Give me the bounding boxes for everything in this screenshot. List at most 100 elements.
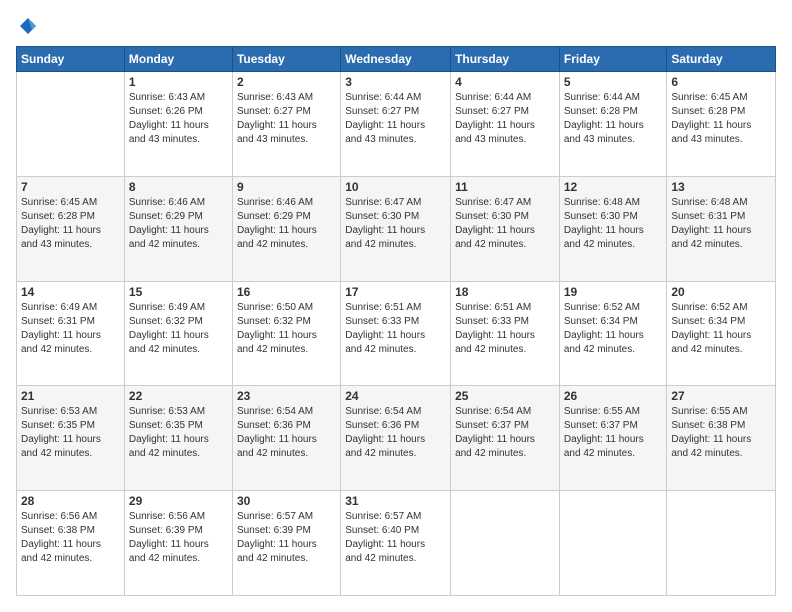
calendar-cell: 24 Sunrise: 6:54 AM Sunset: 6:36 PM Dayli…	[341, 386, 451, 491]
day-number: 9	[237, 180, 336, 194]
calendar-cell: 20 Sunrise: 6:52 AM Sunset: 6:34 PM Dayli…	[667, 281, 776, 386]
calendar-cell: 19 Sunrise: 6:52 AM Sunset: 6:34 PM Dayli…	[559, 281, 667, 386]
calendar-cell: 12Sunrise: 6:48 AM Sunset: 6:30 PM Dayli…	[559, 176, 667, 281]
day-number: 18	[455, 285, 555, 299]
day-number: 10	[345, 180, 446, 194]
day-number: 30	[237, 494, 336, 508]
day-number: 1	[129, 75, 228, 89]
calendar-cell: 13 Sunrise: 6:48 AM Sunset: 6:31 PM Dayli…	[667, 176, 776, 281]
day-number: 7	[21, 180, 120, 194]
calendar-cell: 23 Sunrise: 6:54 AM Sunset: 6:36 PM Dayli…	[232, 386, 340, 491]
logo	[16, 16, 38, 36]
day-info: Sunrise: 6:57 AM Sunset: 6:40 PM Dayligh…	[345, 510, 446, 566]
day-info: Sunrise: 6:53 AM Sunset: 6:35 PM Dayligh…	[129, 405, 228, 461]
day-number: 4	[455, 75, 555, 89]
calendar-cell	[667, 491, 776, 596]
day-number: 20	[671, 285, 771, 299]
day-info: Sunrise: 6:46 AM Sunset: 6:29 PM Dayligh…	[129, 196, 228, 252]
day-info: Sunrise: 6:56 AM Sunset: 6:39 PM Dayligh…	[129, 510, 228, 566]
day-info: Sunrise: 6:54 AM Sunset: 6:37 PM Dayligh…	[455, 405, 555, 461]
day-number: 8	[129, 180, 228, 194]
day-number: 2	[237, 75, 336, 89]
calendar: SundayMondayTuesdayWednesdayThursdayFrid…	[16, 46, 776, 596]
calendar-cell: 11 Sunrise: 6:47 AM Sunset: 6:30 PM Dayli…	[451, 176, 560, 281]
day-number: 13	[671, 180, 771, 194]
day-number: 14	[21, 285, 120, 299]
day-header-sunday: Sunday	[17, 47, 125, 72]
day-number: 29	[129, 494, 228, 508]
calendar-cell: 29 Sunrise: 6:56 AM Sunset: 6:39 PM Dayli…	[124, 491, 232, 596]
calendar-cell	[17, 72, 125, 177]
day-number: 31	[345, 494, 446, 508]
calendar-cell: 31 Sunrise: 6:57 AM Sunset: 6:40 PM Dayli…	[341, 491, 451, 596]
day-info: Sunrise: 6:51 AM Sunset: 6:33 PM Dayligh…	[345, 301, 446, 357]
day-info: Sunrise: 6:56 AM Sunset: 6:38 PM Dayligh…	[21, 510, 120, 566]
calendar-cell: 30Sunrise: 6:57 AM Sunset: 6:39 PM Dayli…	[232, 491, 340, 596]
calendar-week-row: 21 Sunrise: 6:53 AM Sunset: 6:35 PM Dayli…	[17, 386, 776, 491]
day-number: 6	[671, 75, 771, 89]
day-header-friday: Friday	[559, 47, 667, 72]
day-number: 23	[237, 389, 336, 403]
calendar-week-row: 7Sunrise: 6:45 AM Sunset: 6:28 PM Daylig…	[17, 176, 776, 281]
day-info: Sunrise: 6:55 AM Sunset: 6:38 PM Dayligh…	[671, 405, 771, 461]
calendar-cell: 26Sunrise: 6:55 AM Sunset: 6:37 PM Dayli…	[559, 386, 667, 491]
calendar-cell: 2 Sunrise: 6:43 AM Sunset: 6:27 PM Daylig…	[232, 72, 340, 177]
day-info: Sunrise: 6:53 AM Sunset: 6:35 PM Dayligh…	[21, 405, 120, 461]
calendar-cell: 25Sunrise: 6:54 AM Sunset: 6:37 PM Dayli…	[451, 386, 560, 491]
day-info: Sunrise: 6:52 AM Sunset: 6:34 PM Dayligh…	[564, 301, 663, 357]
calendar-cell: 10 Sunrise: 6:47 AM Sunset: 6:30 PM Dayli…	[341, 176, 451, 281]
day-info: Sunrise: 6:43 AM Sunset: 6:26 PM Dayligh…	[129, 91, 228, 147]
calendar-cell: 14 Sunrise: 6:49 AM Sunset: 6:31 PM Dayli…	[17, 281, 125, 386]
day-info: Sunrise: 6:49 AM Sunset: 6:31 PM Dayligh…	[21, 301, 120, 357]
header	[16, 16, 776, 36]
day-info: Sunrise: 6:48 AM Sunset: 6:30 PM Dayligh…	[564, 196, 663, 252]
day-info: Sunrise: 6:54 AM Sunset: 6:36 PM Dayligh…	[237, 405, 336, 461]
calendar-header-row: SundayMondayTuesdayWednesdayThursdayFrid…	[17, 47, 776, 72]
day-number: 26	[564, 389, 663, 403]
day-number: 22	[129, 389, 228, 403]
calendar-cell: 4 Sunrise: 6:44 AM Sunset: 6:27 PM Daylig…	[451, 72, 560, 177]
day-number: 16	[237, 285, 336, 299]
day-number: 28	[21, 494, 120, 508]
calendar-cell: 5Sunrise: 6:44 AM Sunset: 6:28 PM Daylig…	[559, 72, 667, 177]
calendar-cell: 18 Sunrise: 6:51 AM Sunset: 6:33 PM Dayli…	[451, 281, 560, 386]
day-info: Sunrise: 6:47 AM Sunset: 6:30 PM Dayligh…	[455, 196, 555, 252]
day-number: 15	[129, 285, 228, 299]
day-info: Sunrise: 6:49 AM Sunset: 6:32 PM Dayligh…	[129, 301, 228, 357]
day-number: 11	[455, 180, 555, 194]
day-info: Sunrise: 6:44 AM Sunset: 6:27 PM Dayligh…	[345, 91, 446, 147]
day-info: Sunrise: 6:46 AM Sunset: 6:29 PM Dayligh…	[237, 196, 336, 252]
calendar-week-row: 14 Sunrise: 6:49 AM Sunset: 6:31 PM Dayli…	[17, 281, 776, 386]
day-number: 21	[21, 389, 120, 403]
day-number: 24	[345, 389, 446, 403]
page: SundayMondayTuesdayWednesdayThursdayFrid…	[0, 0, 792, 612]
day-info: Sunrise: 6:51 AM Sunset: 6:33 PM Dayligh…	[455, 301, 555, 357]
calendar-cell: 21 Sunrise: 6:53 AM Sunset: 6:35 PM Dayli…	[17, 386, 125, 491]
day-header-tuesday: Tuesday	[232, 47, 340, 72]
day-header-monday: Monday	[124, 47, 232, 72]
calendar-cell: 7Sunrise: 6:45 AM Sunset: 6:28 PM Daylig…	[17, 176, 125, 281]
calendar-cell: 17Sunrise: 6:51 AM Sunset: 6:33 PM Dayli…	[341, 281, 451, 386]
day-number: 3	[345, 75, 446, 89]
day-info: Sunrise: 6:47 AM Sunset: 6:30 PM Dayligh…	[345, 196, 446, 252]
calendar-cell: 28 Sunrise: 6:56 AM Sunset: 6:38 PM Dayli…	[17, 491, 125, 596]
day-info: Sunrise: 6:52 AM Sunset: 6:34 PM Dayligh…	[671, 301, 771, 357]
day-header-saturday: Saturday	[667, 47, 776, 72]
day-header-wednesday: Wednesday	[341, 47, 451, 72]
day-header-thursday: Thursday	[451, 47, 560, 72]
calendar-cell: 1 Sunrise: 6:43 AM Sunset: 6:26 PM Daylig…	[124, 72, 232, 177]
calendar-cell: 9 Sunrise: 6:46 AM Sunset: 6:29 PM Daylig…	[232, 176, 340, 281]
day-info: Sunrise: 6:44 AM Sunset: 6:27 PM Dayligh…	[455, 91, 555, 147]
calendar-week-row: 1 Sunrise: 6:43 AM Sunset: 6:26 PM Daylig…	[17, 72, 776, 177]
day-info: Sunrise: 6:43 AM Sunset: 6:27 PM Dayligh…	[237, 91, 336, 147]
calendar-cell: 16Sunrise: 6:50 AM Sunset: 6:32 PM Dayli…	[232, 281, 340, 386]
calendar-cell: 22 Sunrise: 6:53 AM Sunset: 6:35 PM Dayli…	[124, 386, 232, 491]
calendar-cell: 3 Sunrise: 6:44 AM Sunset: 6:27 PM Daylig…	[341, 72, 451, 177]
day-number: 19	[564, 285, 663, 299]
day-info: Sunrise: 6:54 AM Sunset: 6:36 PM Dayligh…	[345, 405, 446, 461]
day-info: Sunrise: 6:48 AM Sunset: 6:31 PM Dayligh…	[671, 196, 771, 252]
calendar-cell	[451, 491, 560, 596]
calendar-cell: 27Sunrise: 6:55 AM Sunset: 6:38 PM Dayli…	[667, 386, 776, 491]
calendar-cell	[559, 491, 667, 596]
day-info: Sunrise: 6:45 AM Sunset: 6:28 PM Dayligh…	[671, 91, 771, 147]
